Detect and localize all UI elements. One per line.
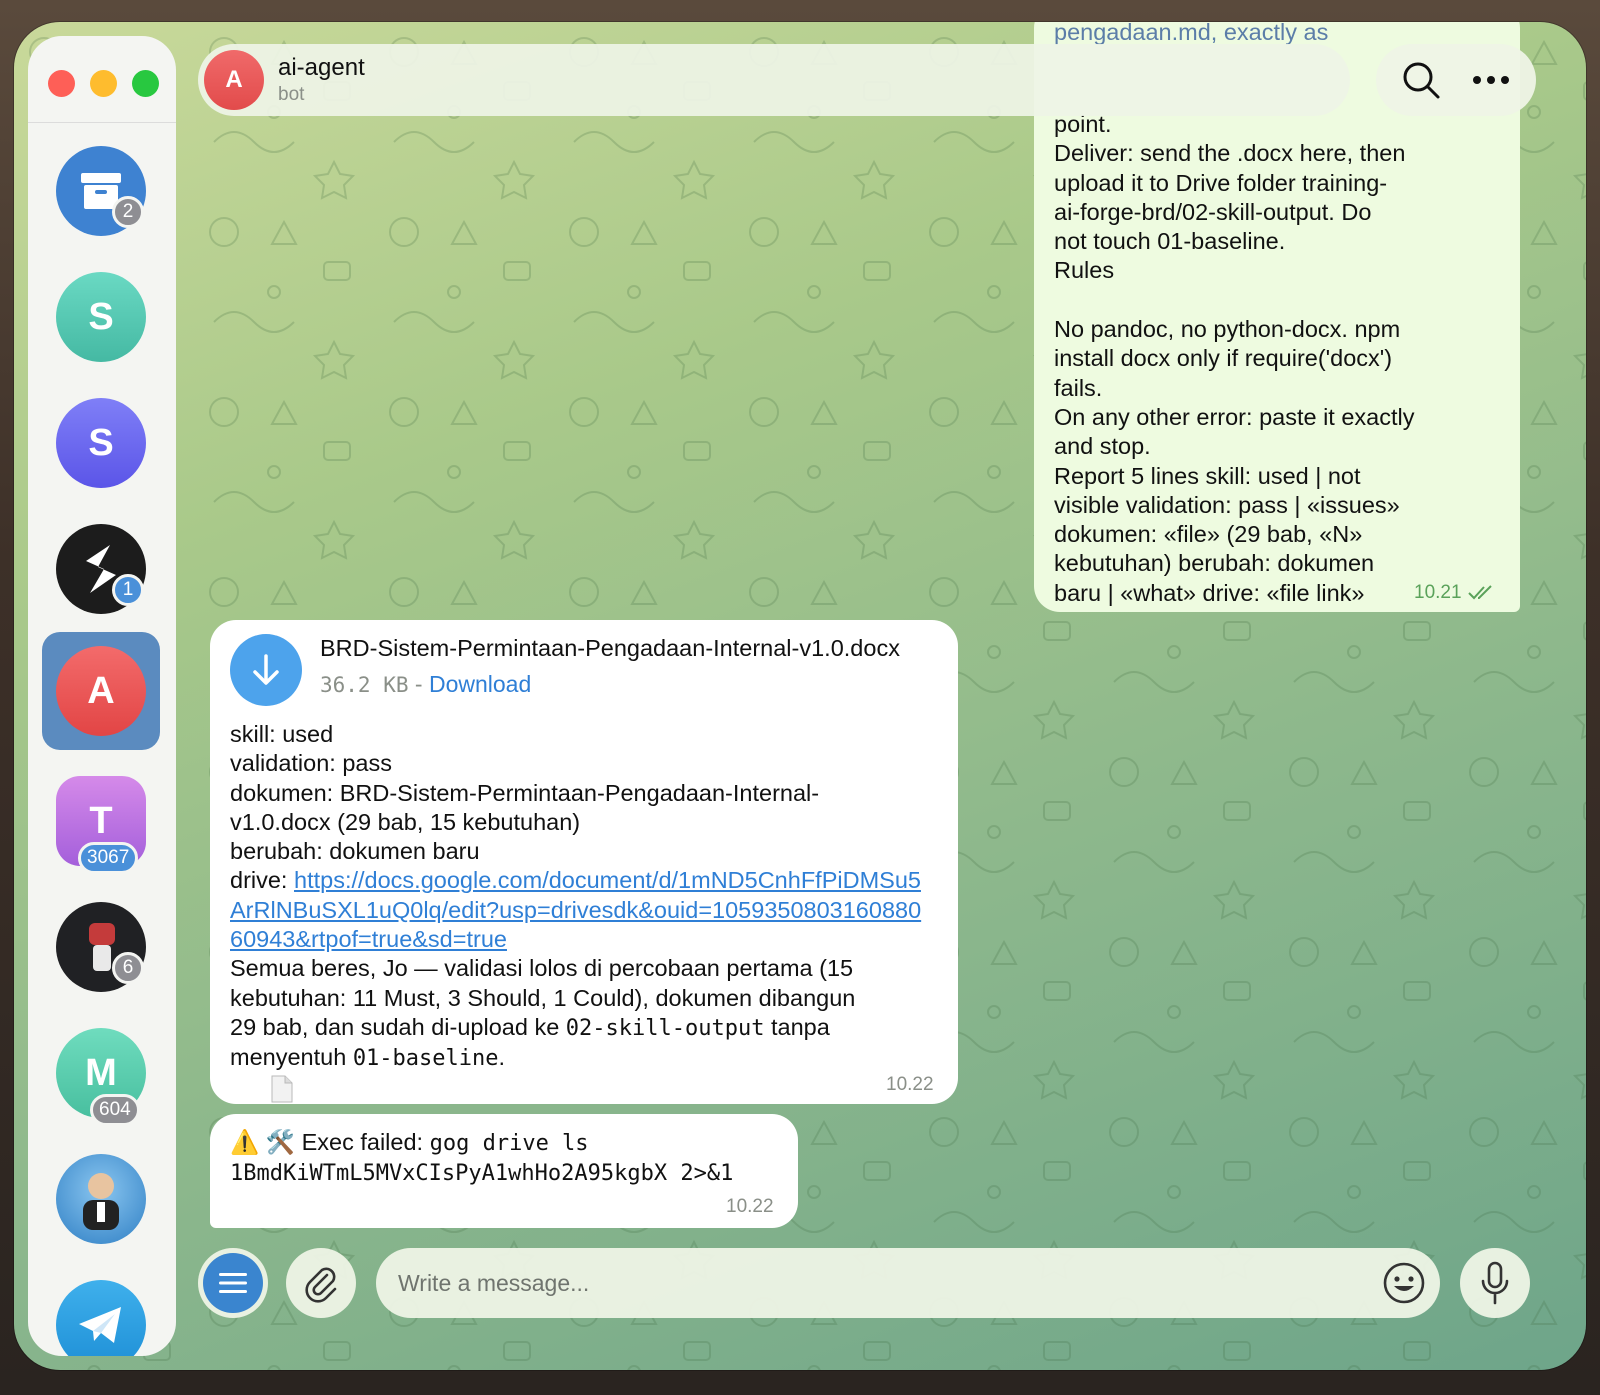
message-text: ⚠️ 🛠️ Exec failed: gog drive ls 1BmdKiWT…: [230, 1128, 790, 1189]
microphone-icon: [1481, 1261, 1509, 1305]
unread-badge: 604: [90, 1094, 140, 1126]
drive-link[interactable]: https://docs.google.com/document/d/1mND5…: [230, 867, 921, 952]
inline-code-baseline: 01-baseline: [352, 1046, 499, 1072]
chat-avatar[interactable]: A: [204, 50, 264, 110]
message-time: 10.21: [1414, 578, 1497, 607]
sidebar-item-telegram[interactable]: [42, 1266, 160, 1356]
sidebar-item-chat-s-purple[interactable]: S: [42, 384, 160, 502]
attach-button[interactable]: [286, 1248, 356, 1318]
unread-badge: 2: [112, 196, 144, 228]
unread-badge: 3067: [78, 842, 139, 874]
message-text: skill: used validation: pass dokumen: BR…: [230, 720, 930, 1107]
avatar: A: [56, 646, 146, 736]
message-input[interactable]: [398, 1248, 1358, 1318]
file-name: BRD-Sistem-Permintaan-Pengadaan-Internal…: [320, 635, 900, 661]
sidebar-item-chat-t[interactable]: T 3067: [42, 762, 160, 880]
zoom-window-button[interactable]: [132, 70, 159, 97]
report-lines: skill: used validation: pass dokumen: BR…: [230, 721, 820, 865]
menu-button[interactable]: [198, 1248, 268, 1318]
read-checkmarks-icon: [1468, 585, 1492, 600]
incoming-file-message[interactable]: BRD-Sistem-Permintaan-Pengadaan-Internal…: [210, 620, 958, 1104]
unread-badge: 1: [112, 574, 144, 606]
avatar: S: [56, 398, 146, 488]
warning-tools-icon: ⚠️ 🛠️: [230, 1129, 296, 1155]
sidebar-item-chat-s-teal[interactable]: S: [42, 258, 160, 376]
inline-code-skill-output: 02-skill-output: [565, 1015, 765, 1041]
download-button[interactable]: [230, 634, 302, 706]
incoming-error-message[interactable]: ⚠️ 🛠️ Exec failed: gog drive ls 1BmdKiWT…: [210, 1114, 798, 1228]
search-icon[interactable]: [1401, 60, 1441, 100]
header-actions: [1376, 44, 1536, 116]
sidebar-divider: [28, 122, 176, 123]
file-size: 36.2 KB: [320, 673, 409, 697]
file-meta: 36.2 KB - Download: [320, 670, 531, 700]
file-attachment: BRD-Sistem-Permintaan-Pengadaan-Internal…: [230, 634, 940, 726]
person-photo-icon: [83, 1173, 119, 1230]
close-window-button[interactable]: [48, 70, 75, 97]
telegram-icon: [56, 1280, 146, 1356]
error-label: Exec failed:: [301, 1129, 430, 1155]
sidebar-item-chat-fist[interactable]: 6: [42, 888, 160, 1006]
document-emoji-icon: [271, 1075, 293, 1103]
message-text: point. Deliver: send the .docx here, the…: [1054, 111, 1415, 606]
download-link[interactable]: Download: [429, 671, 531, 697]
chat-status: bot: [278, 84, 305, 105]
sidebar-item-archive[interactable]: 2: [42, 132, 160, 250]
window-controls: [48, 70, 159, 97]
chat-sidebar: 2 S S 1 A T 3067 6 M 604: [28, 36, 176, 1356]
avatar: [56, 1154, 146, 1244]
voice-message-button[interactable]: [1460, 1248, 1530, 1318]
unread-badge: 6: [112, 952, 144, 984]
more-options-icon[interactable]: [1471, 74, 1511, 86]
sidebar-item-chat-photo[interactable]: [42, 1140, 160, 1258]
avatar: S: [56, 272, 146, 362]
message-input-bar: [376, 1248, 1440, 1318]
chat-title: ai-agent: [278, 54, 365, 81]
message-time: 10.22: [726, 1196, 774, 1217]
paperclip-icon: [305, 1267, 337, 1303]
sidebar-item-chat-ai-agent[interactable]: A: [42, 632, 160, 750]
message-time: 10.22: [886, 1074, 934, 1095]
menu-icon: [203, 1253, 263, 1313]
minimize-window-button[interactable]: [90, 70, 117, 97]
telegram-window: 2 S S 1 A T 3067 6 M 604 pengadaan.md, e…: [14, 22, 1586, 1370]
sidebar-item-chat-m[interactable]: M 604: [42, 1014, 160, 1132]
sidebar-item-chat-logo-black[interactable]: 1: [42, 510, 160, 628]
summary-text-3: .: [498, 1044, 506, 1071]
arrow-down-icon: [253, 654, 279, 685]
chat-header[interactable]: A ai-agent bot: [198, 44, 1350, 116]
emoji-icon[interactable]: [1382, 1261, 1426, 1305]
file-meta-separator: -: [408, 671, 429, 697]
drive-label: drive:: [230, 867, 294, 894]
